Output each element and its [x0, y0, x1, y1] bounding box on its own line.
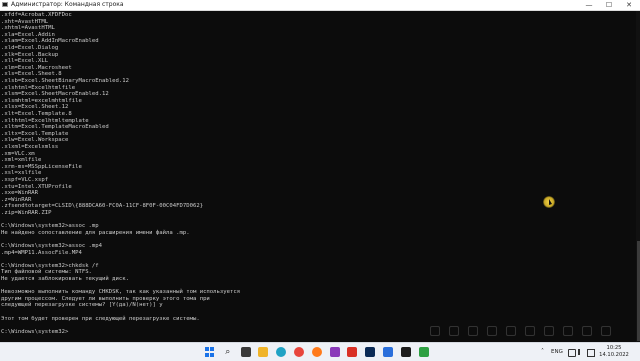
video-player-controls [430, 326, 611, 336]
console-line: .xlsx=Excel.Sheet.12 [1, 104, 69, 111]
app-icon[interactable] [383, 347, 393, 357]
task-view-icon[interactable] [240, 347, 251, 357]
console-line: .xlam=Excel.AddInMacroEnabled [1, 38, 99, 45]
console-line: другим процессом. Следует ли выполнить п… [1, 295, 210, 302]
player-control-icon [563, 326, 573, 336]
console-line: .xsl=xslfile [1, 170, 42, 177]
file-explorer-icon[interactable] [258, 347, 269, 357]
player-control-icon [601, 326, 611, 336]
mail-icon[interactable] [347, 347, 358, 357]
scrollbar[interactable] [636, 11, 640, 342]
console-line: .xlw=Excel.Workspace [1, 137, 69, 144]
console-line: .xlsm=Excel.SheetMacroEnabled.12 [1, 91, 109, 98]
console-line: C:\Windows\system32>assoc .mp [1, 223, 99, 230]
mouse-pointer-icon [549, 199, 552, 205]
console-line: .z=WinRAR [1, 196, 32, 203]
console-line: .xlt=Excel.Template.8 [1, 111, 72, 117]
console-line: .zip=WinRAR.ZIP [1, 210, 52, 216]
console-line: .xls=Excel.Sheet.8 [1, 71, 62, 78]
player-control-icon [525, 326, 535, 336]
console-line: .xlxml=Excelxmlss [1, 144, 59, 150]
console-line: .xxe=WinRAR [1, 190, 39, 197]
console-line: .xrm-ms=MSSppLicenseFile [1, 163, 82, 170]
command-prompt-icon[interactable] [400, 347, 411, 357]
console-line: C:\Windows\system32>chkdsk /f [1, 262, 99, 269]
player-control-icon [506, 326, 516, 336]
console-line: Тип файловой системы: NTFS. [1, 269, 92, 276]
console-line: .xla=Excel.Addin [1, 31, 55, 38]
console-line: .mp4=WMP11.AssocFile.MP4 [1, 249, 82, 256]
console-line: .xspf=VLC.xspf [1, 177, 49, 183]
console-line: .xlsb=Excel.SheetBinaryMacroEnabled.12 [1, 78, 129, 84]
volume-icon[interactable] [578, 349, 586, 355]
player-control-icon [449, 326, 459, 336]
console-line: Невозможно выполнить команду CHKDSK, так… [1, 289, 241, 296]
console-line: Не найдено сопоставление для расширения … [1, 229, 190, 236]
console-line: .xltm=Excel.TemplateMacroEnabled [1, 124, 109, 131]
player-control-icon [582, 326, 592, 336]
console-line: .xm=VLC.xm [1, 150, 35, 157]
photo-editor-icon[interactable] [329, 347, 340, 357]
console-line: .zfsendtotarget=CLSID\{888DCA60-FC0A-11C… [1, 203, 204, 210]
console-line: .xlthtml=Excelhtmltemplate [1, 117, 89, 124]
start-icon[interactable] [205, 347, 215, 357]
chrome-icon[interactable] [294, 347, 304, 357]
language-indicator[interactable]: ENG [551, 343, 563, 361]
player-control-icon [487, 326, 497, 336]
console-line: .xml=xmlfile [1, 157, 42, 164]
battery-icon[interactable] [587, 349, 595, 357]
edge-icon[interactable] [276, 347, 287, 357]
console-line: .xht=AvastHTML [1, 18, 49, 25]
console-line: .xll=Excel.XLL [1, 58, 49, 65]
console-line: C:\Windows\system32> [1, 328, 69, 335]
clock-date: 14.10.2022 [599, 351, 629, 358]
video-editor-icon[interactable] [418, 347, 429, 357]
window-title-bar[interactable]: Администратор: Командная строка — ☐ ✕ [0, 0, 640, 11]
search-icon[interactable]: ⌕ [223, 347, 233, 357]
console-line: следующей перезагрузке системы? [Y(да)/N… [1, 302, 163, 309]
console-line: Этот том будет проверен при следующей пе… [1, 315, 200, 322]
console-output[interactable]: .xfdf=Acrobat.XFDFDoc .xht=AvastHTML .xhtm… [0, 11, 640, 342]
minimize-button[interactable]: — [579, 0, 599, 10]
console-line: .xtu=Intel.XTUProfile [1, 183, 72, 190]
tray-overflow-chevron-icon[interactable]: ˄ [541, 343, 544, 361]
console-line: .xltx=Excel.Template [1, 130, 69, 137]
console-line: .xlk=Excel.Backup [1, 51, 59, 58]
player-control-icon [544, 326, 554, 336]
player-control-icon [468, 326, 478, 336]
console-line: .xlm=Excel.Macrosheet [1, 64, 72, 71]
firefox-icon[interactable] [311, 347, 322, 357]
player-control-icon [430, 326, 440, 336]
command-prompt-icon [2, 2, 8, 7]
console-line: .xlsmhtml=excelmhtmlfile [1, 97, 82, 104]
console-line: C:\Windows\system32>assoc .mp4 [1, 243, 103, 249]
window-title: Администратор: Командная строка [11, 1, 124, 8]
console-line: .xlshtml=Excelhtmlfile [1, 84, 76, 91]
console-line: .xfdf=Acrobat.XFDFDoc [1, 12, 72, 18]
network-icon[interactable] [568, 349, 576, 357]
close-button[interactable]: ✕ [619, 0, 639, 10]
console-line: Не удается заблокировать текущий диск. [1, 276, 129, 282]
photoshop-icon[interactable] [365, 347, 376, 357]
console-line: .xhtml=AvastHTML [1, 25, 55, 32]
maximize-button[interactable]: ☐ [599, 0, 619, 10]
taskbar: ˄ ENG 10:25 14.10.2022 ⌕ [0, 342, 640, 361]
console-line: .xld=Excel.Dialog [1, 45, 59, 51]
clock[interactable]: 10:25 14.10.2022 [596, 345, 632, 358]
